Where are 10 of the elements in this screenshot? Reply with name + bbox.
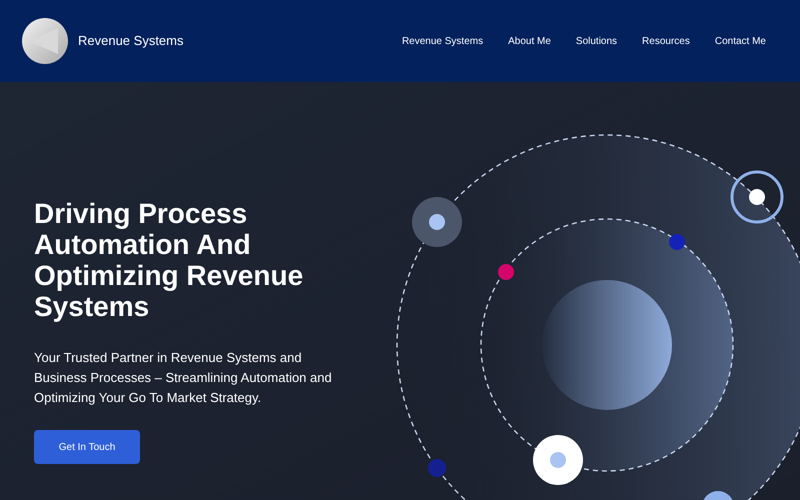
hero-title: Driving Process Automation And Optimizing Revenue Systems bbox=[34, 198, 304, 322]
nav-link[interactable]: Resources bbox=[642, 34, 690, 48]
logo-icon bbox=[22, 18, 68, 64]
nav-link[interactable]: Contact Me bbox=[714, 34, 766, 48]
nav-link[interactable]: About Me bbox=[508, 34, 551, 48]
nav-link[interactable]: Solutions bbox=[576, 34, 618, 48]
get-in-touch-button[interactable]: Get In Touch bbox=[34, 430, 140, 464]
nav-link[interactable]: Revenue Systems bbox=[402, 34, 484, 48]
brand-name[interactable]: Revenue Systems bbox=[78, 31, 184, 51]
hero-subtitle: Your Trusted Partner in Revenue Systems and Business Processes – Streamlining Automation and Optimizing Your Go To Market Strategy. bbox=[34, 349, 333, 407]
